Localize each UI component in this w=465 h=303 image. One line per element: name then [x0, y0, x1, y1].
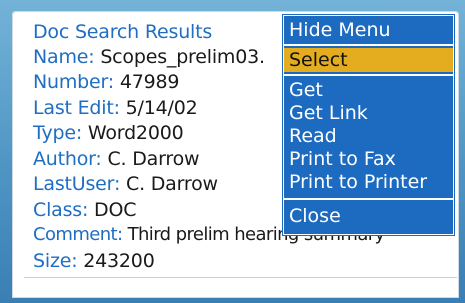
device-frame: Doc Search Results Name: Scopes_prelim03…: [0, 0, 465, 303]
field-last-user[interactable]: LastUser: C. Darrow: [33, 173, 218, 195]
menu-item-get-link[interactable]: Get Link: [284, 101, 453, 125]
menu-item-select[interactable]: Select: [284, 48, 453, 72]
field-last-edit[interactable]: Last Edit: 5/14/02: [33, 97, 198, 119]
field-class[interactable]: Class: DOC: [33, 199, 137, 221]
field-label: Comment:: [33, 224, 123, 245]
field-label: Type:: [33, 122, 83, 144]
field-label: Size:: [33, 250, 78, 272]
field-label: Name:: [33, 46, 95, 68]
menu-item-get[interactable]: Get: [284, 78, 453, 102]
field-label: LastUser:: [33, 173, 121, 195]
field-number[interactable]: Number: 47989: [33, 71, 179, 93]
divider: [24, 277, 457, 278]
field-size[interactable]: Size: 243200: [33, 250, 155, 272]
field-value: C. Darrow: [126, 173, 218, 195]
field-value: 243200: [83, 250, 155, 272]
menu-item-print-to-printer[interactable]: Print to Printer: [284, 170, 453, 194]
menu-item-close[interactable]: Close: [284, 204, 453, 228]
context-menu: Hide Menu Select Get Get Link Read Print…: [284, 16, 453, 234]
field-type[interactable]: Type: Word2000: [33, 122, 184, 144]
menu-item-hide-menu[interactable]: Hide Menu: [284, 18, 453, 42]
field-label: Last Edit:: [33, 97, 120, 119]
field-label: Class:: [33, 199, 89, 221]
field-value: 47989: [119, 71, 180, 93]
field-name[interactable]: Name: Scopes_prelim03.: [33, 46, 265, 68]
menu-separator: [284, 198, 453, 200]
menu-separator: [284, 74, 453, 76]
field-value: C. Darrow: [107, 148, 200, 170]
menu-item-read[interactable]: Read: [284, 124, 453, 148]
menu-item-print-to-fax[interactable]: Print to Fax: [284, 147, 453, 171]
field-value: 5/14/02: [125, 97, 198, 119]
page-title: Doc Search Results: [33, 21, 213, 43]
field-value: DOC: [94, 199, 137, 221]
field-label: Number:: [33, 71, 114, 93]
field-value: Scopes_prelim03.: [100, 46, 265, 68]
field-value: Word2000: [87, 122, 184, 144]
field-author[interactable]: Author: C. Darrow: [33, 148, 200, 170]
menu-separator: [284, 44, 453, 46]
field-label: Author:: [33, 148, 102, 170]
